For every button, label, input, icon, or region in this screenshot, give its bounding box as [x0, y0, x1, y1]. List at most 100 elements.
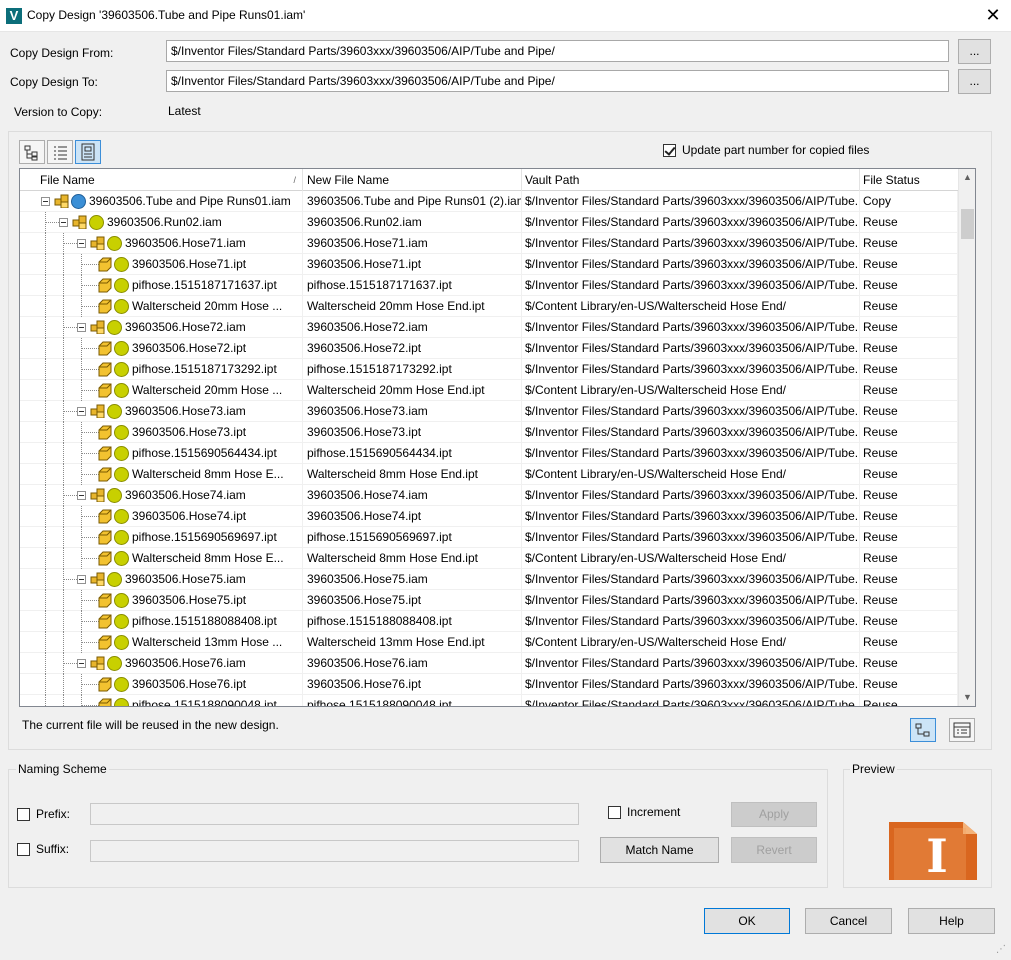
- new-file-name-cell[interactable]: Walterscheid 20mm Hose End.ipt: [303, 296, 522, 317]
- collapse-icon[interactable]: [77, 407, 86, 416]
- table-row[interactable]: pifhose.1515188090048.ipt pifhose.1515188…: [20, 695, 958, 706]
- table-row[interactable]: pifhose.1515690564434.ipt pifhose.1515690…: [20, 443, 958, 464]
- new-file-name-cell[interactable]: 39603506.Hose73.ipt: [303, 422, 522, 443]
- new-file-name-cell[interactable]: 39603506.Tube and Pipe Runs01 (2).iam: [303, 191, 522, 212]
- status-circle-icon: [114, 299, 129, 314]
- collapse-icon[interactable]: [77, 659, 86, 668]
- collapse-icon[interactable]: [77, 491, 86, 500]
- match-name-button[interactable]: Match Name: [600, 837, 719, 863]
- file-name-cell: pifhose.1515188088408.ipt: [20, 611, 303, 632]
- new-file-name-cell[interactable]: pifhose.1515690564434.ipt: [303, 443, 522, 464]
- prefix-input[interactable]: [90, 803, 579, 825]
- table-row[interactable]: 39603506.Hose75.iam 39603506.Hose75.iam $/…: [20, 569, 958, 590]
- table-row[interactable]: 39603506.Hose76.ipt 39603506.Hose76.ipt $/…: [20, 674, 958, 695]
- table-row[interactable]: 39603506.Hose72.ipt 39603506.Hose72.ipt $/…: [20, 338, 958, 359]
- new-file-name-cell[interactable]: pifhose.1515188090048.ipt: [303, 695, 522, 706]
- scroll-thumb[interactable]: [961, 209, 974, 239]
- new-file-name-cell[interactable]: Walterscheid 8mm Hose End.ipt: [303, 548, 522, 569]
- new-file-name-cell[interactable]: 39603506.Hose71.iam: [303, 233, 522, 254]
- table-row[interactable]: Walterscheid 20mm Hose ... Walterscheid 2…: [20, 380, 958, 401]
- new-file-name-cell[interactable]: 39603506.Hose73.iam: [303, 401, 522, 422]
- table-row[interactable]: pifhose.1515188088408.ipt pifhose.1515188…: [20, 611, 958, 632]
- new-file-name-cell[interactable]: 39603506.Hose72.iam: [303, 317, 522, 338]
- collapse-icon[interactable]: [41, 197, 50, 206]
- tree-line: [63, 632, 64, 653]
- new-file-name-cell[interactable]: 39603506.Hose74.ipt: [303, 506, 522, 527]
- vault-path-cell: $/Inventor Files/Standard Parts/39603xxx…: [522, 674, 860, 695]
- column-header-file-name[interactable]: File Name /: [20, 169, 303, 191]
- new-file-name-cell[interactable]: 39603506.Hose72.ipt: [303, 338, 522, 359]
- new-file-name-cell[interactable]: Walterscheid 20mm Hose End.ipt: [303, 380, 522, 401]
- new-file-name-cell[interactable]: 39603506.Run02.iam: [303, 212, 522, 233]
- suffix-input[interactable]: [90, 840, 579, 862]
- table-row[interactable]: 39603506.Hose71.iam 39603506.Hose71.iam $/…: [20, 233, 958, 254]
- properties-toggle-button[interactable]: [949, 718, 975, 742]
- table-row[interactable]: pifhose.1515187173292.ipt pifhose.1515187…: [20, 359, 958, 380]
- table-row[interactable]: 39603506.Hose74.ipt 39603506.Hose74.ipt $/…: [20, 506, 958, 527]
- preview-image: I: [889, 820, 977, 880]
- new-file-name-cell[interactable]: Walterscheid 13mm Hose End.ipt: [303, 632, 522, 653]
- column-header-new-file-name[interactable]: New File Name: [303, 169, 522, 191]
- table-row[interactable]: 39603506.Hose74.iam 39603506.Hose74.iam $/…: [20, 485, 958, 506]
- new-file-name-cell[interactable]: 39603506.Hose75.ipt: [303, 590, 522, 611]
- copy-from-browse-button[interactable]: ...: [958, 39, 991, 64]
- table-row[interactable]: 39603506.Tube and Pipe Runs01.iam 3960350…: [20, 191, 958, 212]
- tree-line: [63, 695, 64, 706]
- table-row[interactable]: Walterscheid 8mm Hose E... Walterscheid 8…: [20, 548, 958, 569]
- new-file-name-cell[interactable]: pifhose.1515690569697.ipt: [303, 527, 522, 548]
- file-status-cell: Reuse: [860, 296, 958, 317]
- apply-button[interactable]: Apply: [731, 802, 817, 827]
- copy-from-field[interactable]: $/Inventor Files/Standard Parts/39603xxx…: [166, 40, 949, 62]
- hierarchy-toggle-button[interactable]: [910, 718, 936, 742]
- table-row[interactable]: Walterscheid 13mm Hose ... Walterscheid 1…: [20, 632, 958, 653]
- new-file-name-cell[interactable]: pifhose.1515187171637.ipt: [303, 275, 522, 296]
- file-name-cell: 39603506.Hose75.iam: [20, 569, 303, 590]
- table-row[interactable]: 39603506.Hose76.iam 39603506.Hose76.iam $/…: [20, 653, 958, 674]
- new-file-name-cell[interactable]: 39603506.Hose71.ipt: [303, 254, 522, 275]
- column-header-vault-path[interactable]: Vault Path: [522, 169, 860, 191]
- scroll-down-icon[interactable]: ▼: [959, 689, 975, 706]
- table-row[interactable]: 39603506.Hose75.ipt 39603506.Hose75.ipt $/…: [20, 590, 958, 611]
- scroll-up-icon[interactable]: ▲: [959, 169, 975, 186]
- new-file-name-cell[interactable]: 39603506.Hose76.ipt: [303, 674, 522, 695]
- vertical-scrollbar[interactable]: ▲ ▼: [958, 169, 975, 706]
- table-row[interactable]: pifhose.1515690569697.ipt pifhose.1515690…: [20, 527, 958, 548]
- table-row[interactable]: 39603506.Hose73.ipt 39603506.Hose73.ipt $/…: [20, 422, 958, 443]
- column-header-file-status[interactable]: File Status: [860, 169, 958, 191]
- new-file-name-cell[interactable]: 39603506.Hose76.iam: [303, 653, 522, 674]
- collapse-icon[interactable]: [77, 239, 86, 248]
- tree-line: [63, 359, 64, 380]
- collapse-icon[interactable]: [59, 218, 68, 227]
- table-row[interactable]: 39603506.Hose71.ipt 39603506.Hose71.ipt $/…: [20, 254, 958, 275]
- new-file-name-cell[interactable]: pifhose.1515188088408.ipt: [303, 611, 522, 632]
- collapse-icon[interactable]: [77, 323, 86, 332]
- table-row[interactable]: 39603506.Hose73.iam 39603506.Hose73.iam $/…: [20, 401, 958, 422]
- table-row[interactable]: Walterscheid 8mm Hose E... Walterscheid 8…: [20, 464, 958, 485]
- ok-button[interactable]: OK: [704, 908, 790, 934]
- table-row[interactable]: Walterscheid 20mm Hose ... Walterscheid 2…: [20, 296, 958, 317]
- copy-to-field[interactable]: $/Inventor Files/Standard Parts/39603xxx…: [166, 70, 949, 92]
- resize-grip-icon[interactable]: ⋰: [996, 944, 1008, 956]
- table-row[interactable]: pifhose.1515187171637.ipt pifhose.1515187…: [20, 275, 958, 296]
- new-file-name-cell[interactable]: Walterscheid 8mm Hose End.ipt: [303, 464, 522, 485]
- close-icon[interactable]: ✕: [983, 4, 1003, 26]
- increment-checkbox[interactable]: [608, 806, 621, 819]
- help-button[interactable]: Help: [908, 908, 995, 934]
- suffix-checkbox[interactable]: [17, 843, 30, 856]
- table-row[interactable]: 39603506.Hose72.iam 39603506.Hose72.iam $/…: [20, 317, 958, 338]
- tree-view-button[interactable]: [19, 140, 45, 164]
- detail-view-button[interactable]: [75, 140, 101, 164]
- prefix-checkbox[interactable]: [17, 808, 30, 821]
- collapse-icon[interactable]: [77, 575, 86, 584]
- copy-to-browse-button[interactable]: ...: [958, 69, 991, 94]
- list-view-button[interactable]: [47, 140, 73, 164]
- new-file-name-cell[interactable]: pifhose.1515187173292.ipt: [303, 359, 522, 380]
- cancel-button[interactable]: Cancel: [805, 908, 892, 934]
- update-part-number-checkbox[interactable]: [663, 144, 676, 157]
- new-file-name-cell[interactable]: 39603506.Hose75.iam: [303, 569, 522, 590]
- new-file-name-cell[interactable]: 39603506.Hose74.iam: [303, 485, 522, 506]
- tree-line: [63, 254, 64, 275]
- file-status-cell: Reuse: [860, 380, 958, 401]
- table-row[interactable]: 39603506.Run02.iam 39603506.Run02.iam $/In…: [20, 212, 958, 233]
- revert-button[interactable]: Revert: [731, 837, 817, 863]
